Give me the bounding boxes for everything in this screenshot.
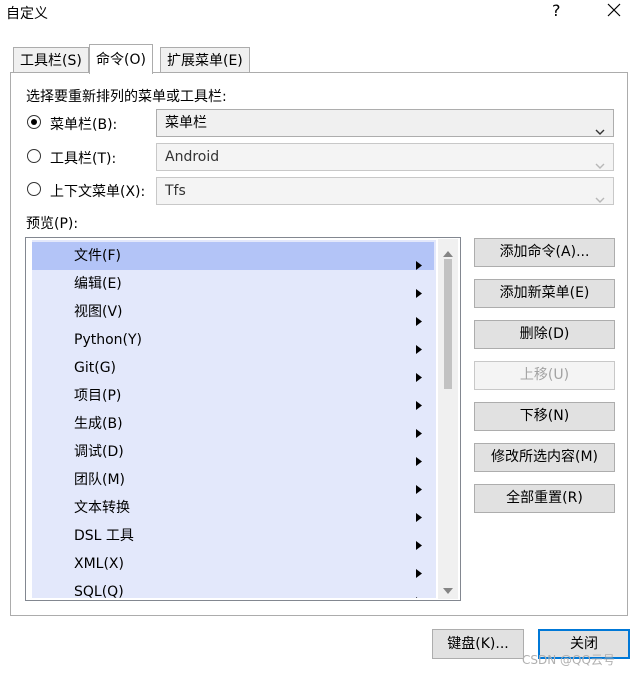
delete-button[interactable]: 删除(D) (474, 320, 615, 349)
context-menu-radio[interactable] (27, 182, 41, 196)
tab-commands[interactable]: 命令(O) (89, 44, 153, 74)
menubar-combo-value: 菜单栏 (165, 115, 207, 131)
preview-list[interactable]: 文件(F) 编辑(E) 视图(V) Python(Y) Git(G) 项目(P)… (25, 237, 461, 601)
menu-item[interactable]: 文件(F) (32, 242, 434, 270)
move-up-button[interactable]: 上移(U) (474, 361, 615, 390)
tab-toolbars[interactable]: 工具栏(S) (13, 47, 89, 73)
add-new-menu-button[interactable]: 添加新菜单(E) (474, 279, 615, 308)
menubar-label: 菜单栏(B): (50, 117, 118, 133)
menu-item[interactable]: Git(G) (32, 354, 434, 382)
window-title: 自定义 (6, 6, 48, 22)
title-bar: 自定义 ? (0, 0, 633, 36)
choose-label: 选择要重新排列的菜单或工具栏: (26, 89, 227, 105)
menu-item-label: Git(G) (74, 360, 116, 376)
menu-item-label: SQL(Q) (74, 584, 124, 598)
menu-item-label: 调试(D) (74, 444, 124, 460)
chevron-down-icon (595, 119, 605, 145)
submenu-arrow-icon (416, 588, 422, 598)
menu-item[interactable]: 调试(D) (32, 438, 434, 466)
menu-item[interactable]: 项目(P) (32, 382, 434, 410)
menu-item[interactable]: 团队(M) (32, 466, 434, 494)
scrollbar-thumb[interactable] (444, 259, 452, 389)
context-menu-combo[interactable]: Tfs (156, 177, 614, 205)
add-command-button[interactable]: 添加命令(A)... (474, 238, 615, 267)
watermark: CSDN @QQ云号 (522, 653, 615, 667)
context-menu-label: 上下文菜单(X): (50, 184, 146, 200)
chevron-down-icon (595, 153, 605, 179)
menu-item-label: 文件(F) (74, 248, 121, 264)
menu-item-label: 团队(M) (74, 472, 126, 488)
menu-item-label: DSL 工具 (74, 528, 134, 544)
menu-item[interactable]: Python(Y) (32, 326, 434, 354)
toolbar-combo[interactable]: Android (156, 143, 614, 171)
context-menu-combo-value: Tfs (165, 183, 186, 199)
menu-item[interactable]: 视图(V) (32, 298, 434, 326)
menubar-combo[interactable]: 菜单栏 (156, 109, 614, 137)
menu-item-label: 项目(P) (74, 388, 122, 404)
menu-item[interactable]: XML(X) (32, 550, 434, 578)
tab-extension-menus[interactable]: 扩展菜单(E) (160, 47, 250, 73)
help-button[interactable]: ? (552, 1, 561, 20)
menu-item-label: 视图(V) (74, 304, 123, 320)
menu-item-label: 编辑(E) (74, 276, 122, 292)
toolbar-combo-value: Android (165, 149, 220, 165)
menu-item[interactable]: SQL(Q) (32, 578, 434, 598)
menu-item-label: 生成(B) (74, 416, 123, 432)
menubar-radio[interactable] (27, 115, 41, 129)
menu-item[interactable]: 文本转换 (32, 494, 434, 522)
preview-label: 预览(P): (26, 216, 79, 232)
keyboard-button[interactable]: 键盘(K)... (432, 629, 524, 659)
modify-selection-button[interactable]: 修改所选内容(M) (474, 443, 615, 472)
menu-item-label: Python(Y) (74, 332, 143, 348)
reset-all-button[interactable]: 全部重置(R) (474, 484, 615, 513)
scroll-down-icon[interactable] (443, 582, 453, 598)
menu-item[interactable]: DSL 工具 (32, 522, 434, 550)
menu-item-label: XML(X) (74, 556, 124, 572)
close-icon[interactable] (606, 2, 626, 22)
toolbar-label: 工具栏(T): (50, 151, 117, 167)
menu-item[interactable]: 编辑(E) (32, 270, 434, 298)
chevron-down-icon (595, 187, 605, 213)
preview-scrollbar[interactable] (438, 239, 458, 599)
toolbar-radio[interactable] (27, 149, 41, 163)
menu-preview-area: 文件(F) 编辑(E) 视图(V) Python(Y) Git(G) 项目(P)… (32, 240, 436, 598)
menu-item[interactable]: 生成(B) (32, 410, 434, 438)
menu-item-label: 文本转换 (74, 500, 130, 516)
move-down-button[interactable]: 下移(N) (474, 402, 615, 431)
